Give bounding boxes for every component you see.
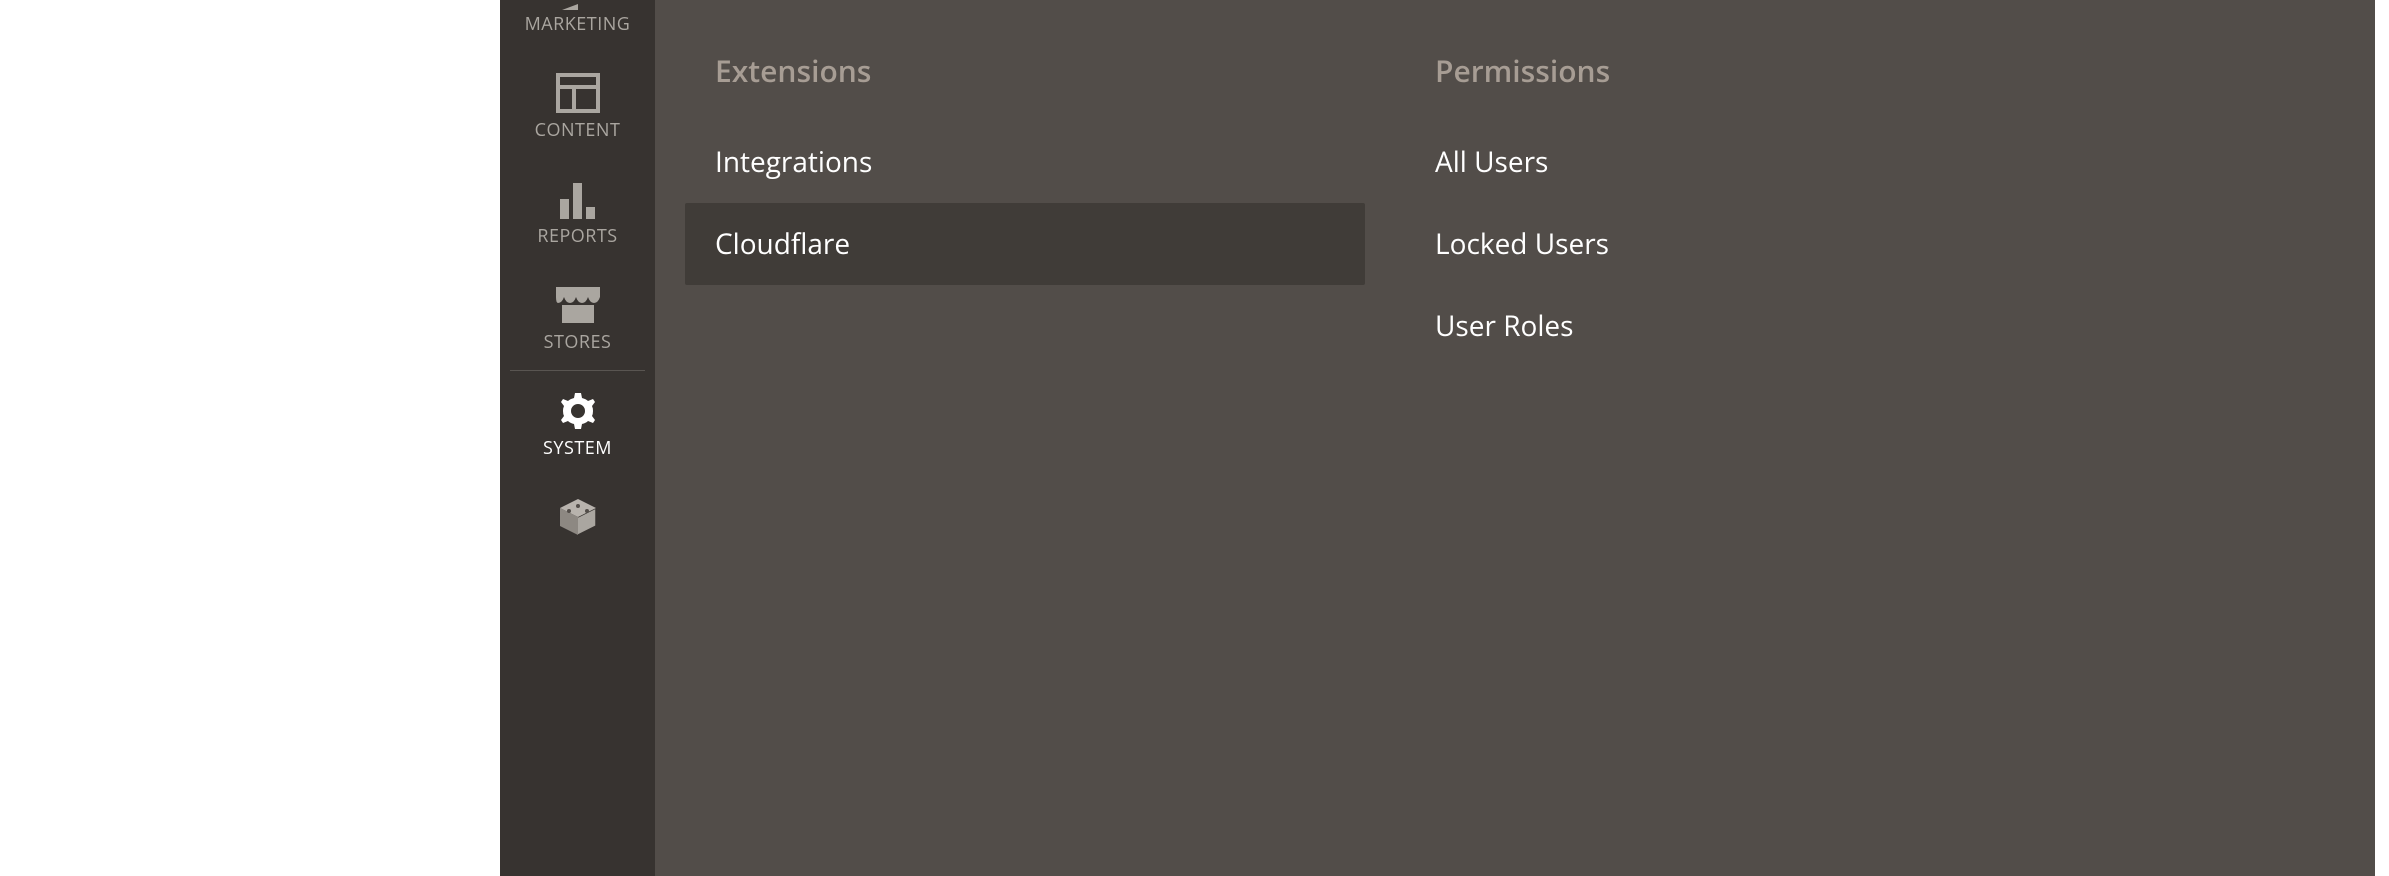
menu-column-extensions: Extensions Integrations Cloudflare xyxy=(685,50,1405,846)
sidebar-item-label: REPORTS xyxy=(537,224,617,248)
menu-heading: Permissions xyxy=(1405,50,2085,121)
megaphone-icon xyxy=(560,0,596,10)
menu-heading: Extensions xyxy=(685,50,1365,121)
sidebar-item-content[interactable]: CONTENT xyxy=(500,52,655,158)
menu-link-locked-users[interactable]: Locked Users xyxy=(1405,203,2085,285)
sidebar-item-label: STORES xyxy=(544,330,612,354)
menu-link-cloudflare[interactable]: Cloudflare xyxy=(685,203,1365,285)
sidebar-item-label: CONTENT xyxy=(535,118,621,142)
sidebar-item-stores[interactable]: STORES xyxy=(500,264,655,370)
storefront-icon xyxy=(554,282,602,328)
menu-link-integrations[interactable]: Integrations xyxy=(685,121,1365,203)
gear-icon xyxy=(557,388,599,434)
menu-link-user-roles[interactable]: User Roles xyxy=(1405,285,2085,367)
admin-sidebar: MARKETING CONTENT REPORTS xyxy=(500,0,655,876)
sidebar-item-partners[interactable] xyxy=(500,476,655,558)
menu-link-all-users[interactable]: All Users xyxy=(1405,121,2085,203)
sidebar-item-reports[interactable]: REPORTS xyxy=(500,158,655,264)
sidebar-item-system[interactable]: SYSTEM xyxy=(500,370,655,476)
system-flyout-menu: Extensions Integrations Cloudflare Permi… xyxy=(655,0,2375,876)
menu-column-permissions: Permissions All Users Locked Users User … xyxy=(1405,50,2125,846)
sidebar-item-label: SYSTEM xyxy=(543,436,612,460)
sidebar-item-label: MARKETING xyxy=(525,12,631,36)
cube-icon xyxy=(556,494,600,540)
bar-chart-icon xyxy=(556,176,600,222)
sidebar-item-marketing[interactable]: MARKETING xyxy=(500,0,655,52)
layout-icon xyxy=(556,70,600,116)
